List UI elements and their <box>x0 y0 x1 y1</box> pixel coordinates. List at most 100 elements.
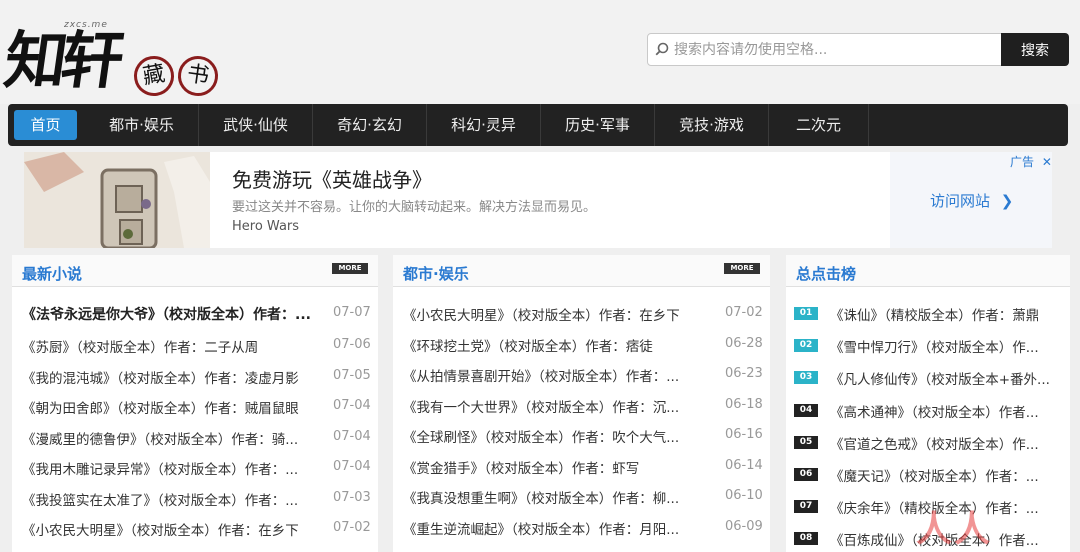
more-button[interactable]: MORE <box>332 263 368 274</box>
novel-date: 06-10 <box>725 488 763 503</box>
novel-list: 《小农民大明星》（校对版全本）作者：在乡下 07-02 《环球挖土党》（校对版全本… <box>393 299 770 543</box>
list-item[interactable]: 《从拍情景喜剧开始》（校对版全本）作者：... 06-23 <box>393 360 770 391</box>
novel-title[interactable]: 《我真没想重生啊》（校对版全本）作者：柳... <box>403 487 709 507</box>
novel-title[interactable]: 《法爷永远是你大爷》（校对版全本）作者：... <box>22 304 327 324</box>
novel-date: 07-05 <box>333 367 371 383</box>
chevron-right-icon: ❯ <box>1000 192 1014 210</box>
list-item[interactable]: 《小农民大明星》（校对版全本）作者：在乡下 07-02 <box>12 514 378 545</box>
novel-title[interactable]: 《百炼成仙》（校对版全本）作者... <box>830 529 1056 549</box>
nav-wuxia[interactable]: 武侠·仙侠 <box>199 104 313 146</box>
list-item[interactable]: 《我的混沌城》（校对版全本）作者：凌虚月影 07-05 <box>12 362 378 393</box>
more-button[interactable]: MORE <box>724 263 760 274</box>
ad-visit-link[interactable]: 访问网站 ❯ <box>930 190 1013 211</box>
novel-title[interactable]: 《我投篮实在太准了》（校对版全本）作者：... <box>22 489 327 509</box>
rank-badge: 01 <box>794 307 818 320</box>
novel-title[interactable]: 《魔天记》（校对版全本）作者：... <box>830 465 1056 485</box>
list-item[interactable]: 《重生逆流崛起》（校对版全本）作者：月阳... 06-09 <box>393 513 770 544</box>
panel-title[interactable]: 都市·娱乐 <box>403 263 469 284</box>
list-item[interactable]: 《漫威里的德鲁伊》（校对版全本）作者：骑... 07-04 <box>12 423 378 454</box>
novel-date: 06-16 <box>725 427 763 442</box>
ranking-item[interactable]: 03 《凡人修仙传》（校对版全本+番外... <box>786 363 1070 395</box>
novel-title[interactable]: 《庆余年》（精校版全本）作者：... <box>830 497 1056 517</box>
list-item[interactable]: 《小农民大明星》（校对版全本）作者：在乡下 07-02 <box>393 299 770 330</box>
site-logo[interactable]: 知轩 zxcs.me 藏 书 <box>0 6 224 100</box>
rank-badge: 04 <box>794 403 818 417</box>
ad-game-illustration <box>24 152 210 248</box>
search-box <box>647 33 1003 66</box>
novel-title[interactable]: 《全球刷怪》（校对版全本）作者：吹个大气... <box>403 426 709 446</box>
novel-title[interactable]: 《我用木雕记录异常》（校对版全本）作者：... <box>22 458 327 478</box>
ranking-item[interactable]: 07 《庆余年》（精校版全本）作者：... <box>786 492 1070 524</box>
rank-badge: 03 <box>794 371 818 385</box>
ranking-list: 01 《诛仙》（精校版全本）作者：萧鼎 02 《雪中悍刀行》（校对版全本）作... … <box>786 299 1070 552</box>
nav-history[interactable]: 历史·军事 <box>541 104 655 146</box>
novel-title[interactable]: 《小农民大明星》（校对版全本）作者：在乡下 <box>22 519 327 539</box>
novel-title[interactable]: 《官道之色戒》（校对版全本）作... <box>830 433 1056 453</box>
header: 知轩 zxcs.me 藏 书 搜索 <box>0 0 1080 104</box>
novel-title[interactable]: 《赏金猎手》（校对版全本）作者：虾写 <box>403 457 709 477</box>
ad-title[interactable]: 免费游玩《英雄战争》 <box>232 164 432 193</box>
ranking-item[interactable]: 02 《雪中悍刀行》（校对版全本）作... <box>786 331 1070 363</box>
search-bar: 搜索 <box>647 33 1069 66</box>
close-icon[interactable]: ✕ <box>1042 155 1052 169</box>
novel-title[interactable]: 《苏厨》（校对版全本）作者：二子从周 <box>22 336 327 356</box>
urban-novels-panel: 都市·娱乐 MORE 《小农民大明星》（校对版全本）作者：在乡下 07-02 《环… <box>393 255 770 552</box>
click-ranking-panel: 总点击榜 01 《诛仙》（精校版全本）作者：萧鼎 02 《雪中悍刀行》（校对版全本）… <box>786 255 1070 552</box>
list-item[interactable]: 《全球刷怪》（校对版全本）作者：吹个大气... 06-16 <box>393 421 770 452</box>
list-item[interactable]: 《我真没想重生啊》（校对版全本）作者：柳... 06-10 <box>393 482 770 513</box>
ranking-item[interactable]: 04 《高术通神》（校对版全本）作者... <box>786 396 1070 428</box>
list-item[interactable]: 《朝为田舍郎》（校对版全本）作者：贼眉鼠眼 07-04 <box>12 392 378 423</box>
panel-header: 最新小说 MORE <box>12 255 378 287</box>
list-item[interactable]: 《我有一个大世界》（校对版全本）作者：沉... 06-18 <box>393 391 770 422</box>
search-icon <box>655 42 669 56</box>
logo-seal: 藏 书 <box>130 50 224 100</box>
novel-date: 07-04 <box>333 428 371 444</box>
ranking-item[interactable]: 06 《魔天记》（校对版全本）作者：... <box>786 460 1070 492</box>
nav-games[interactable]: 竞技·游戏 <box>655 104 769 146</box>
novel-title[interactable]: 《环球挖土党》（校对版全本）作者：痞徒 <box>403 335 709 355</box>
panel-title: 总点击榜 <box>796 265 857 283</box>
ranking-item[interactable]: 08 《百炼成仙》（校对版全本）作者... <box>786 524 1070 552</box>
ad-tag[interactable]: 广告 ✕ <box>1010 153 1052 170</box>
novel-title[interactable]: 《凡人修仙传》（校对版全本+番外... <box>830 368 1056 388</box>
search-button[interactable]: 搜索 <box>1001 33 1069 66</box>
ranking-item[interactable]: 05 《官道之色戒》（校对版全本）作... <box>786 428 1070 460</box>
ad-brand: Hero Wars <box>232 219 300 234</box>
main-nav: 首页 都市·娱乐 武侠·仙侠 奇幻·玄幻 科幻·灵异 历史·军事 竞技·游戏 二… <box>8 104 1068 146</box>
nav-urban[interactable]: 都市·娱乐 <box>85 104 199 146</box>
ranking-item[interactable]: 01 《诛仙》（精校版全本）作者：萧鼎 <box>786 299 1070 331</box>
search-input[interactable] <box>674 34 994 65</box>
seal-char-2: 书 <box>175 53 221 99</box>
rank-badge: 06 <box>794 467 818 481</box>
novel-title[interactable]: 《重生逆流崛起》（校对版全本）作者：月阳... <box>403 518 709 538</box>
ad-visit-label: 访问网站 <box>930 192 991 210</box>
novel-date: 07-02 <box>725 305 763 320</box>
novel-date: 07-03 <box>333 489 371 505</box>
novel-title[interactable]: 《我的混沌城》（校对版全本）作者：凌虚月影 <box>22 367 327 387</box>
list-item[interactable]: 《法爷永远是你大爷》（校对版全本）作者：... 07-07 <box>12 299 378 331</box>
list-item[interactable]: 《我投篮实在太准了》（校对版全本）作者：... 07-03 <box>12 484 378 515</box>
novel-title[interactable]: 《朝为田舍郎》（校对版全本）作者：贼眉鼠眼 <box>22 397 327 417</box>
nav-acg[interactable]: 二次元 <box>769 104 869 146</box>
novel-title[interactable]: 《小农民大明星》（校对版全本）作者：在乡下 <box>403 304 709 324</box>
novel-title[interactable]: 《诛仙》（精校版全本）作者：萧鼎 <box>830 304 1056 324</box>
nav-home[interactable]: 首页 <box>14 110 77 140</box>
novel-title[interactable]: 《高术通神》（校对版全本）作者... <box>830 401 1056 421</box>
list-item[interactable]: 《苏厨》（校对版全本）作者：二子从周 07-06 <box>12 331 378 362</box>
seal-char-1: 藏 <box>130 52 178 100</box>
novel-title[interactable]: 《雪中悍刀行》（校对版全本）作... <box>830 336 1056 356</box>
list-item[interactable]: 《环球挖土党》（校对版全本）作者：痞徒 06-28 <box>393 330 770 361</box>
nav-scifi[interactable]: 科幻·灵异 <box>427 104 541 146</box>
list-item[interactable]: 《我用木雕记录异常》（校对版全本）作者：... 07-04 <box>12 453 378 484</box>
ad-banner[interactable]: 免费游玩《英雄战争》 要过这关并不容易。让你的大脑转动起来。解决方法显而易见。 … <box>24 152 1052 248</box>
panel-title[interactable]: 最新小说 <box>22 263 82 284</box>
nav-fantasy[interactable]: 奇幻·玄幻 <box>313 104 427 146</box>
novel-title[interactable]: 《我有一个大世界》（校对版全本）作者：沉... <box>403 396 709 416</box>
novel-title[interactable]: 《漫威里的德鲁伊》（校对版全本）作者：骑... <box>22 428 327 448</box>
rank-badge: 07 <box>794 500 818 514</box>
novel-date: 07-04 <box>333 398 371 413</box>
novel-title[interactable]: 《从拍情景喜剧开始》（校对版全本）作者：... <box>403 365 709 385</box>
ad-image[interactable] <box>24 152 210 248</box>
list-item[interactable]: 《赏金猎手》（校对版全本）作者：虾写 06-14 <box>393 452 770 483</box>
ad-tag-label: 广告 <box>1010 155 1035 169</box>
